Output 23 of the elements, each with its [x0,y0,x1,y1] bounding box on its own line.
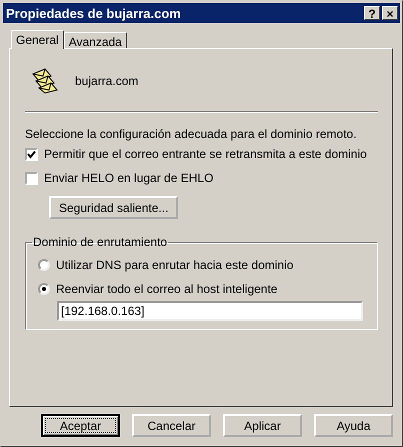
checkbox-label[interactable]: Enviar HELO en lugar de EHLO [44,171,214,185]
tab[interactable]: Avanzada [64,32,127,48]
outgoing-security-button[interactable]: Seguridad saliente... [49,196,178,219]
radio-button[interactable] [38,283,50,295]
checkbox[interactable] [25,148,38,160]
checkbox[interactable] [25,172,38,184]
window-title: Propiedades de bujarra.com [6,6,182,20]
group-title: Dominio de enrutamiento [32,235,168,249]
help-button[interactable]: ? [364,6,380,20]
close-button[interactable]: × [382,6,398,20]
dialog-button[interactable]: Aceptar [41,414,120,437]
instruction-text: Seleccione la configuración adecuada para el dominio remoto. [25,127,358,141]
checkbox-label[interactable]: Permitir que el correo entrante se retransmita a este dominio [44,147,367,161]
radio-button[interactable] [38,259,50,271]
dialog-button[interactable]: Cancelar [132,414,211,437]
domain-name: bujarra.com [75,74,138,88]
radio-label[interactable]: Utilizar DNS para enrutar hacia este dominio [56,258,294,272]
dialog-button[interactable]: Aplicar [223,414,302,437]
radio-label[interactable]: Reenviar todo el correo al host inteligente [56,282,278,296]
tab[interactable]: General [11,30,64,49]
envelopes-icon [31,68,59,94]
dialog-button[interactable]: Ayuda [314,414,393,437]
host-field[interactable]: [192.168.0.163] [57,301,363,321]
